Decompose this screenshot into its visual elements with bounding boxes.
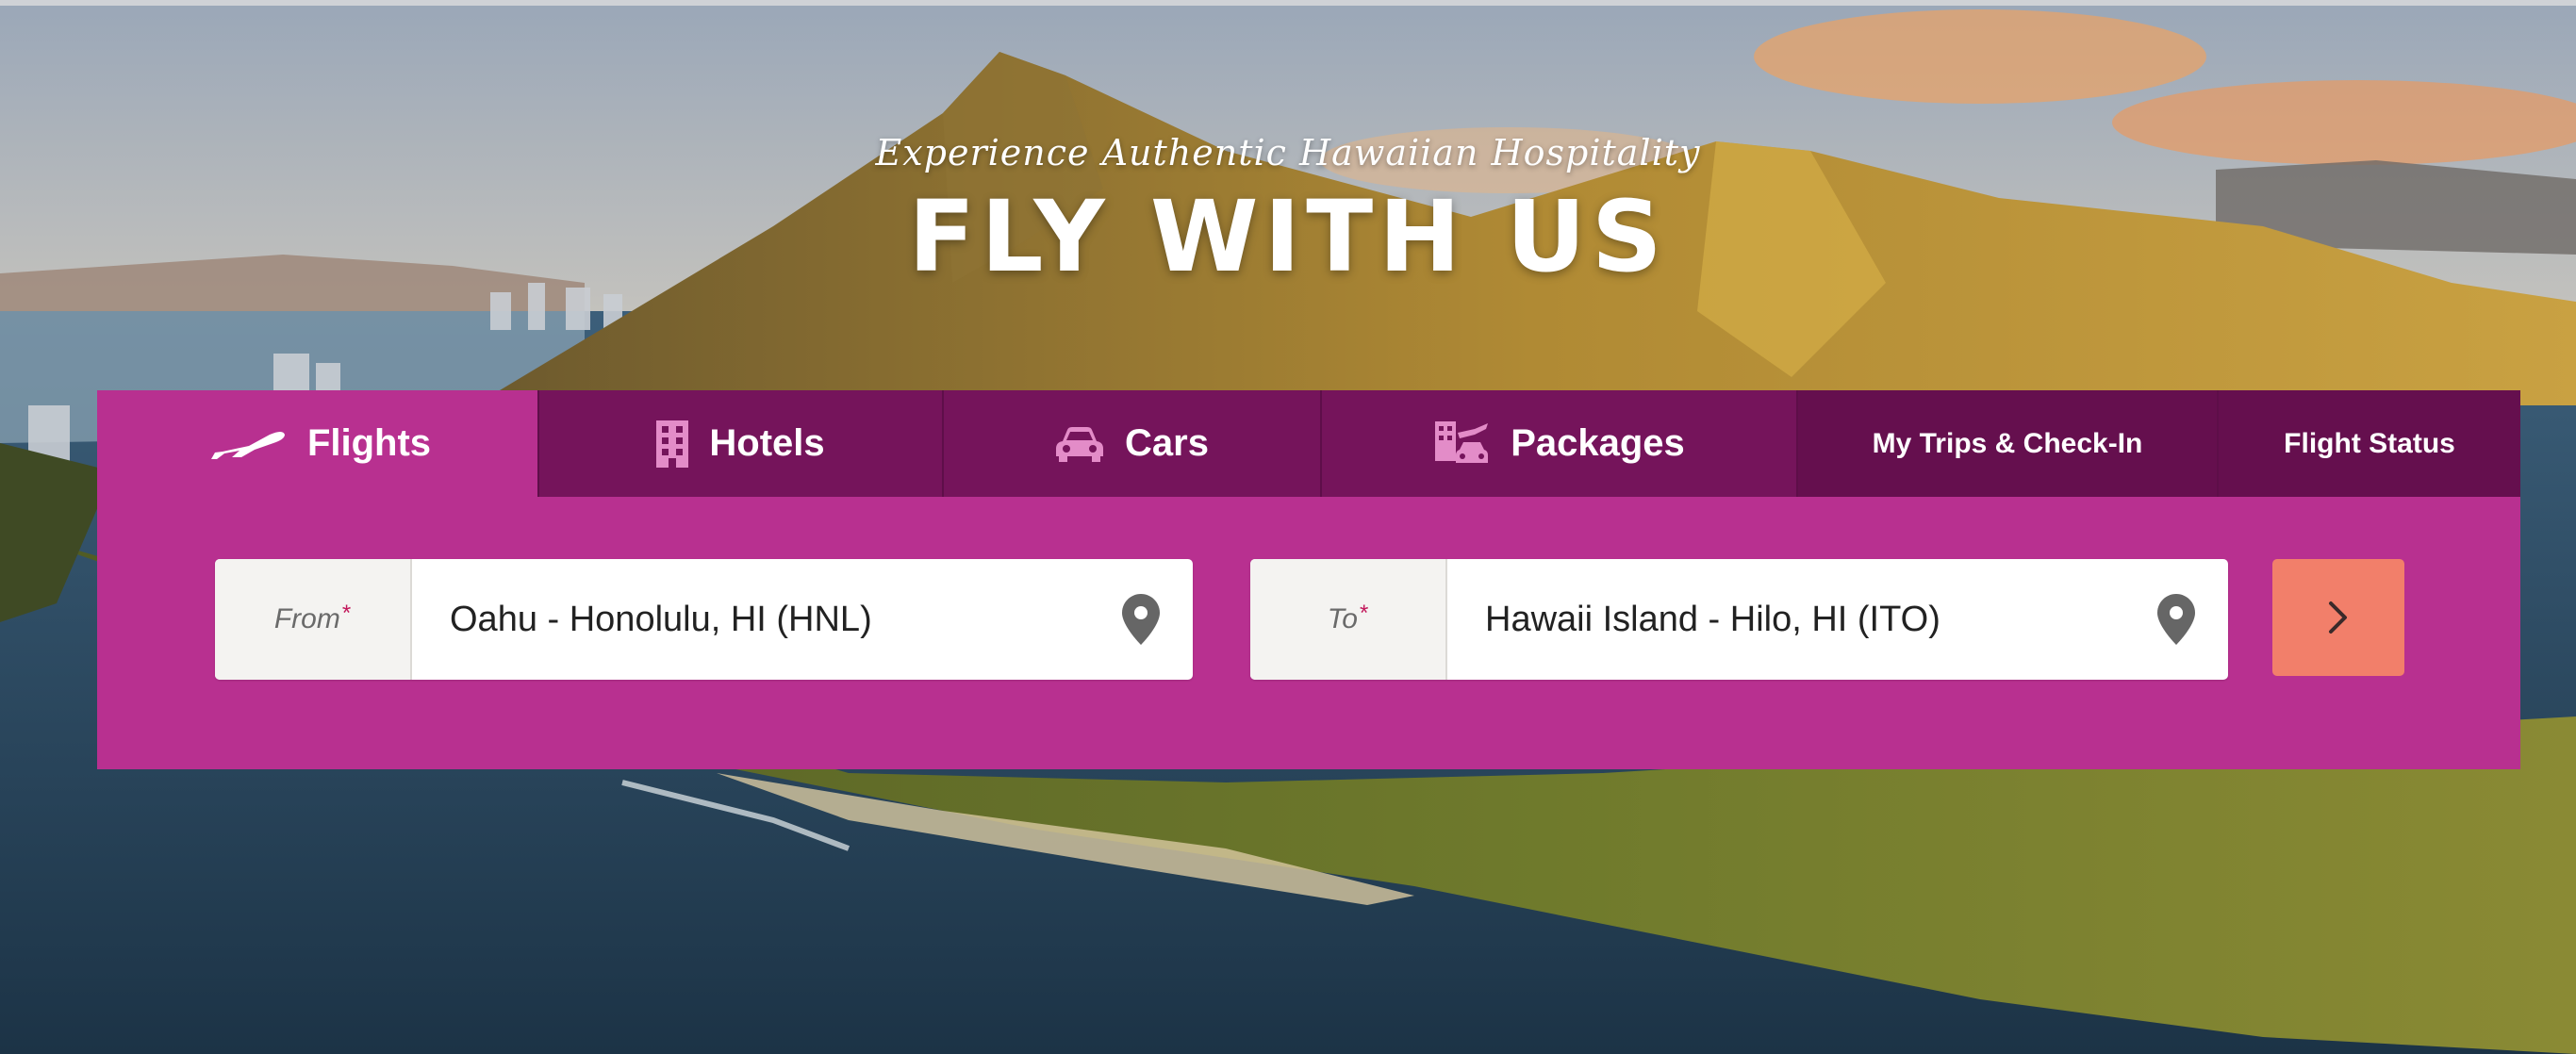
chevron-right-icon xyxy=(2329,601,2347,634)
from-input[interactable]: Oahu - Honolulu, HI (HNL) xyxy=(412,559,1089,680)
location-pin-icon[interactable] xyxy=(1089,559,1193,680)
tab-flights[interactable]: Flights xyxy=(97,390,537,497)
tab-hotels[interactable]: Hotels xyxy=(537,390,942,497)
building-icon xyxy=(656,420,689,468)
location-pin-icon[interactable] xyxy=(2124,559,2228,680)
tab-label: My Trips & Check-In xyxy=(1872,427,2143,459)
booking-widget: Flights Hotels Cars Packages My Trips & … xyxy=(97,390,2520,769)
top-divider xyxy=(0,0,2576,6)
hero-headline: FLY WITH US xyxy=(908,179,1668,294)
tab-label: Flights xyxy=(306,422,432,464)
plane-icon xyxy=(204,425,287,463)
tab-cars[interactable]: Cars xyxy=(942,390,1320,497)
tab-my-trips[interactable]: My Trips & Check-In xyxy=(1796,390,2217,497)
required-marker: * xyxy=(341,601,352,626)
required-marker: * xyxy=(1359,601,1369,626)
tab-label: Packages xyxy=(1511,422,1685,464)
to-input[interactable]: Hawaii Island - Hilo, HI (ITO) xyxy=(1447,559,2124,680)
from-field[interactable]: From * Oahu - Honolulu, HI (HNL) xyxy=(215,559,1193,680)
booking-tabs: Flights Hotels Cars Packages My Trips & … xyxy=(97,390,2520,497)
car-icon xyxy=(1055,426,1104,462)
tab-label: Flight Status xyxy=(2284,427,2455,459)
tab-packages[interactable]: Packages xyxy=(1320,390,1796,497)
hero-tagline: Experience Authentic Hawaiian Hospitalit… xyxy=(875,132,1701,173)
package-icon xyxy=(1433,420,1490,469)
tab-label: Cars xyxy=(1125,422,1209,464)
to-field[interactable]: To * Hawaii Island - Hilo, HI (ITO) xyxy=(1250,559,2228,680)
to-label: To * xyxy=(1250,559,1447,680)
tab-flight-status[interactable]: Flight Status xyxy=(2217,390,2520,497)
search-submit-button[interactable] xyxy=(2272,559,2404,676)
from-label: From * xyxy=(215,559,412,680)
tab-label: Hotels xyxy=(709,422,825,464)
